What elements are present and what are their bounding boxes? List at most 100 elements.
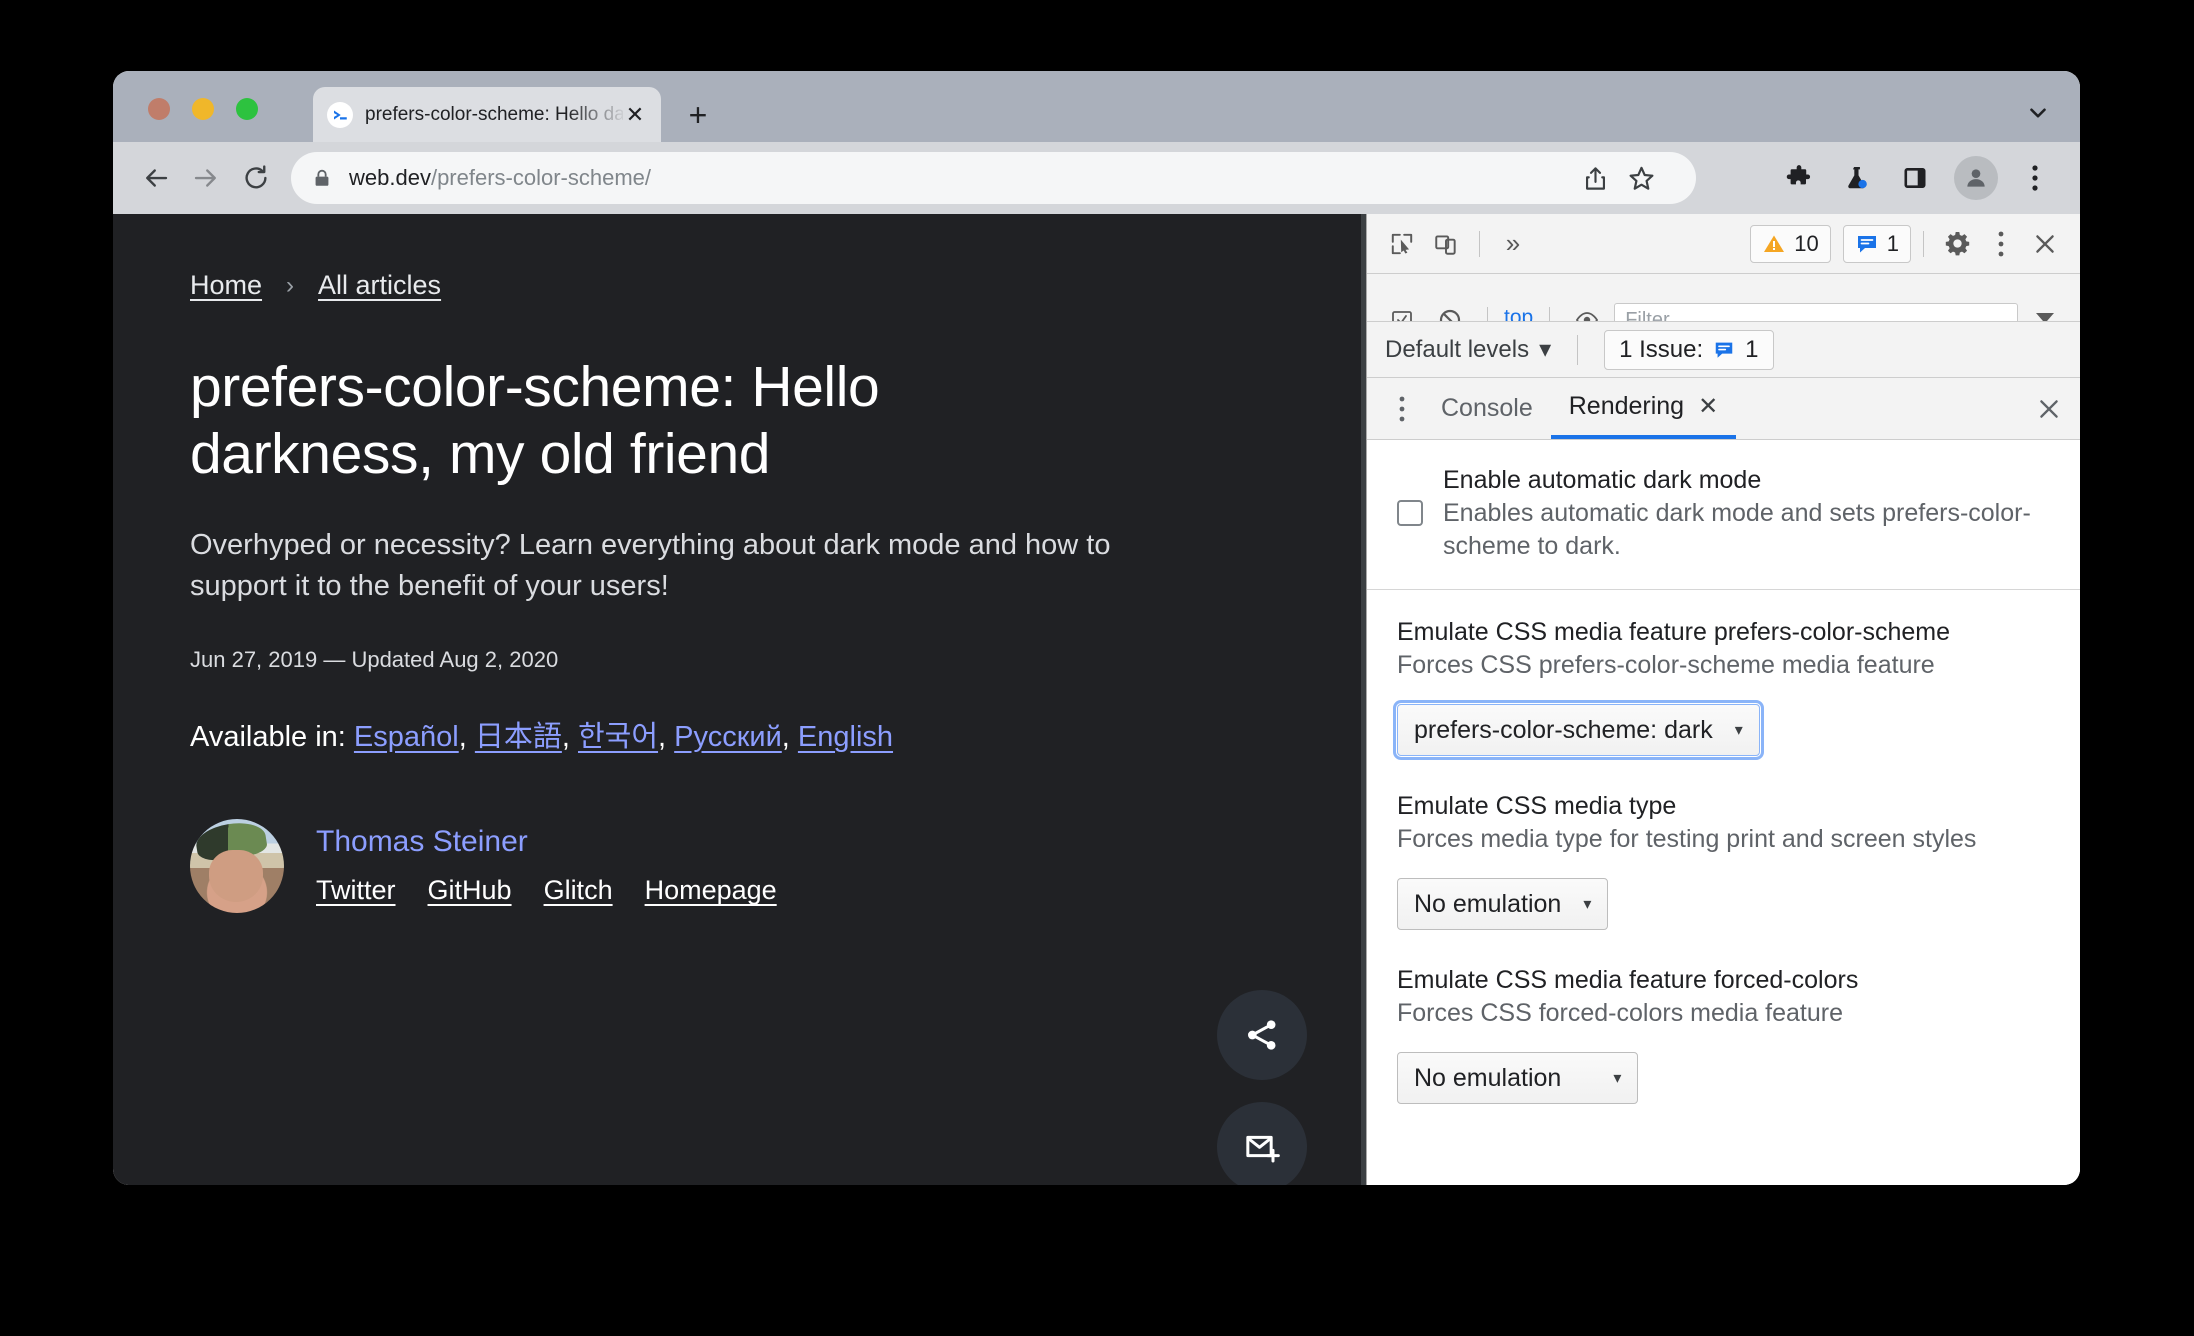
browser-tab[interactable]: prefers-color-scheme: Hello da ✕ <box>313 87 661 142</box>
profile-avatar[interactable] <box>1954 156 1998 200</box>
toolbar-divider <box>1923 230 1924 257</box>
filter-funnel-icon[interactable] <box>2024 299 2066 321</box>
warnings-count: 10 <box>1794 230 1819 256</box>
viewport: Home › All articles prefers-color-scheme… <box>113 214 2080 1185</box>
url-host: web.dev <box>349 165 431 190</box>
media-type-select[interactable]: No emulation ▾ <box>1397 878 1609 930</box>
bookmark-star-icon[interactable] <box>1616 153 1666 203</box>
share-icon[interactable] <box>1570 153 1620 203</box>
devtools-main-toolbar: » 10 1 <box>1367 214 2080 274</box>
close-window-button[interactable] <box>148 98 170 120</box>
side-panel-icon[interactable] <box>1890 153 1940 203</box>
issue-icon <box>1715 342 1733 358</box>
extensions-puzzle-icon[interactable] <box>1774 153 1824 203</box>
console-context-selector[interactable]: top <box>1504 306 1533 322</box>
tab-strip: prefers-color-scheme: Hello da ✕ + <box>113 71 2080 142</box>
default-levels-dropdown[interactable]: Default levels ▾ <box>1385 335 1551 364</box>
lang-sep: , <box>561 720 570 753</box>
breadcrumb-all-articles[interactable]: All articles <box>318 270 441 301</box>
maximize-window-button[interactable] <box>236 98 258 120</box>
experiments-flask-icon[interactable] <box>1832 153 1882 203</box>
minimize-window-button[interactable] <box>192 98 214 120</box>
setting-automatic-dark-mode: Enable automatic dark mode Enables autom… <box>1397 464 2050 563</box>
issues-summary-count: 1 <box>1745 335 1759 363</box>
setting-prefers-color-scheme: Emulate CSS media feature prefers-color-… <box>1393 616 2050 760</box>
chevron-down-icon: ▾ <box>1613 1070 1622 1087</box>
article-date: Jun 27, 2019 — Updated Aug 2, 2020 <box>190 646 559 672</box>
issues-count: 1 <box>1886 230 1899 256</box>
forced-colors-value: No emulation <box>1414 1063 1562 1092</box>
address-bar[interactable]: web.dev/prefers-color-scheme/ <box>291 152 1696 204</box>
chrome-menu-icon[interactable] <box>2010 153 2060 203</box>
console-levels-row: Default levels ▾ 1 Issue: 1 <box>1367 322 2080 378</box>
floating-action-buttons <box>1217 990 1307 1185</box>
setting-description: Forces media type for testing print and … <box>1397 825 1977 853</box>
close-icon[interactable]: ✕ <box>623 103 647 127</box>
language-link-ru[interactable]: Русский <box>674 721 782 753</box>
author-link-glitch[interactable]: Glitch <box>544 875 613 906</box>
devtools-close-icon[interactable] <box>2024 223 2066 265</box>
toolbar-divider <box>1577 334 1579 365</box>
subscribe-fab[interactable] <box>1217 1102 1307 1185</box>
setting-title: Emulate CSS media feature prefers-color-… <box>1397 618 1951 646</box>
browser-window: prefers-color-scheme: Hello da ✕ + web.d… <box>113 71 2080 1185</box>
breadcrumb-home[interactable]: Home <box>190 270 262 301</box>
drawer-close-icon[interactable] <box>2028 388 2070 430</box>
settings-divider <box>1367 589 2080 590</box>
issues-summary-button[interactable]: 1 Issue: 1 <box>1604 329 1774 370</box>
author-name[interactable]: Thomas Steiner <box>316 825 777 859</box>
chevron-down-icon[interactable] <box>2018 93 2058 133</box>
new-tab-button[interactable]: + <box>680 97 716 133</box>
available-in-row: Available in: Español, 日本語, 한국어, Русский… <box>190 713 1366 755</box>
clear-console-icon[interactable] <box>1381 299 1423 321</box>
automatic-dark-mode-checkbox[interactable] <box>1397 500 1423 526</box>
language-link-ja[interactable]: 日本語 <box>475 721 562 753</box>
console-filter-input[interactable]: Filter <box>1614 303 2018 321</box>
share-fab[interactable] <box>1217 990 1307 1080</box>
lang-sep: , <box>781 720 790 753</box>
author-link-github[interactable]: GitHub <box>428 875 512 906</box>
eye-icon[interactable] <box>1566 299 1608 321</box>
device-toolbar-icon[interactable] <box>1425 223 1467 265</box>
lock-icon <box>311 167 333 189</box>
setting-description: Forces CSS prefers-color-scheme media fe… <box>1397 651 1935 679</box>
tab-console[interactable]: Console <box>1423 378 1551 439</box>
warnings-badge[interactable]: 10 <box>1750 224 1831 263</box>
console-toolbar: top Filter <box>1367 274 2080 322</box>
language-link-en[interactable]: English <box>798 721 893 753</box>
issues-badge[interactable]: 1 <box>1842 224 1911 263</box>
breadcrumb: Home › All articles <box>190 270 1366 301</box>
lang-sep: , <box>658 720 667 753</box>
forward-button[interactable] <box>181 153 231 203</box>
prefers-color-scheme-select[interactable]: prefers-color-scheme: dark ▾ <box>1393 700 1764 760</box>
setting-title: Emulate CSS media type <box>1397 792 1677 820</box>
toolbar-divider <box>1487 307 1488 321</box>
back-button[interactable] <box>131 153 181 203</box>
toolbar-divider <box>1479 230 1480 257</box>
url-text: web.dev/prefers-color-scheme/ <box>349 165 651 191</box>
available-in-label: Available in: <box>190 720 346 753</box>
language-link-ko[interactable]: 한국어 <box>578 721 658 753</box>
more-panels-icon[interactable]: » <box>1492 223 1534 265</box>
inspect-element-icon[interactable] <box>1381 223 1423 265</box>
rendering-settings: Enable automatic dark mode Enables autom… <box>1367 440 2080 1185</box>
prefers-color-scheme-value: prefers-color-scheme: dark <box>1414 715 1713 744</box>
forced-colors-select[interactable]: No emulation ▾ <box>1397 1052 1639 1104</box>
language-link-es[interactable]: Español <box>354 721 459 753</box>
devtools-more-options-icon[interactable] <box>1980 223 2022 265</box>
drawer-more-options-icon[interactable] <box>1381 388 1423 430</box>
chevron-right-icon: › <box>286 271 295 299</box>
author-links: Twitter GitHub Glitch Homepage <box>316 875 777 906</box>
tab-title: prefers-color-scheme: Hello da <box>365 103 623 125</box>
reload-button[interactable] <box>231 153 281 203</box>
no-entry-icon[interactable] <box>1429 299 1471 321</box>
close-icon[interactable]: ✕ <box>1698 392 1718 421</box>
window-controls <box>148 98 258 120</box>
tab-rendering[interactable]: Rendering ✕ <box>1550 378 1737 439</box>
drawer-tab-bar: Console Rendering ✕ <box>1367 378 2080 440</box>
issues-summary-label: 1 Issue: <box>1619 335 1704 363</box>
setting-title: Emulate CSS media feature forced-colors <box>1397 966 1859 994</box>
gear-icon[interactable] <box>1936 223 1978 265</box>
author-link-twitter[interactable]: Twitter <box>316 875 396 906</box>
author-link-homepage[interactable]: Homepage <box>645 875 777 906</box>
